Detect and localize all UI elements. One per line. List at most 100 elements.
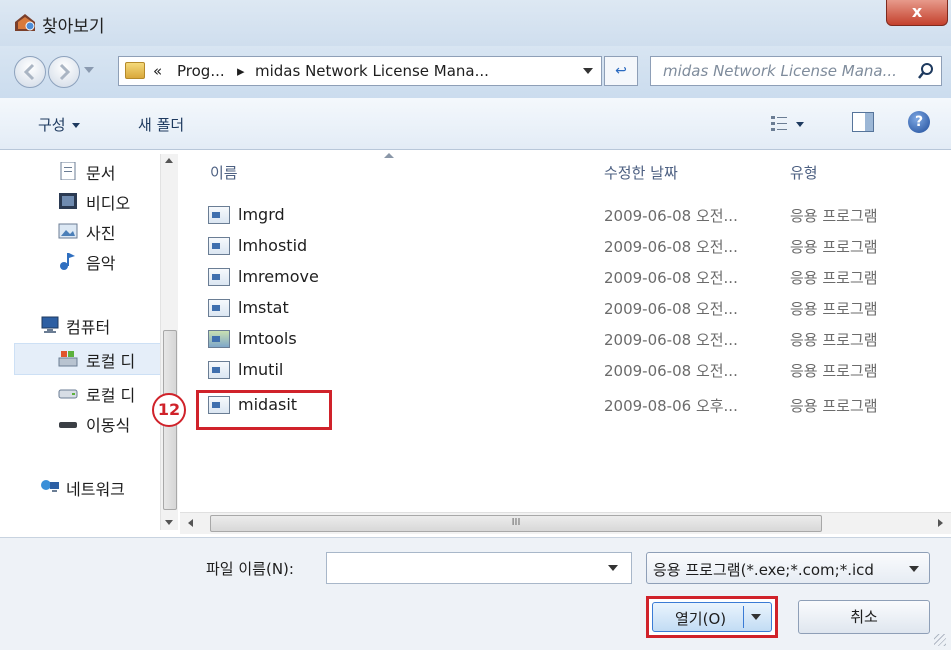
open-label: 열기(O) — [675, 610, 727, 628]
exe-icon — [208, 299, 230, 317]
sidebar-item-computer[interactable]: 컴퓨터 — [66, 314, 110, 338]
sidebar-item-local-disk-c[interactable]: 로컬 디 — [86, 348, 158, 372]
view-dropdown-icon[interactable] — [796, 122, 804, 127]
removable-drive-icon — [59, 422, 77, 428]
search-input[interactable]: midas Network License Mana... — [650, 56, 942, 86]
sort-ascending-icon — [384, 153, 394, 158]
open-options-dropdown-icon[interactable] — [751, 614, 761, 620]
tools-exe-icon — [208, 330, 230, 348]
close-button[interactable]: x — [886, 0, 948, 26]
address-bar[interactable]: « Prog... ▸ midas Network License Mana..… — [118, 56, 602, 86]
back-button[interactable] — [14, 56, 46, 88]
sidebar-item-videos[interactable]: 비디오 — [86, 190, 130, 214]
file-date: 2009-06-08 오전... — [604, 238, 738, 256]
split-divider — [743, 606, 744, 628]
file-type: 응용 프로그램 — [790, 397, 878, 415]
file-row[interactable]: lmstat 2009-06-08 오전... 응용 프로그램 — [208, 295, 928, 323]
window-title: 찾아보기 — [42, 17, 105, 37]
scrollbar-thumb[interactable]: III — [210, 515, 822, 532]
file-row[interactable]: lmgrd 2009-06-08 오전... 응용 프로그램 — [208, 202, 928, 230]
file-date: 2009-06-08 오전... — [604, 269, 738, 287]
local-disk-icon — [58, 351, 78, 367]
file-row[interactable]: lmutil 2009-06-08 오전... 응용 프로그램 — [208, 357, 928, 385]
forward-button[interactable] — [48, 56, 80, 88]
file-name: lmhostid — [238, 236, 308, 255]
breadcrumb-current-folder[interactable]: midas Network License Mana... — [255, 62, 489, 80]
filename-dropdown-icon[interactable] — [608, 565, 618, 571]
column-header-name[interactable]: 이름 — [210, 162, 238, 183]
command-toolbar: 구성 새 폴더 ? — [0, 98, 951, 150]
sidebar-item-pictures[interactable]: 사진 — [86, 220, 115, 244]
sidebar-item-local-disk-d[interactable]: 로컬 디 — [86, 382, 158, 406]
address-dropdown[interactable] — [583, 68, 593, 74]
step-badge: 12 — [152, 393, 186, 427]
video-icon — [59, 193, 77, 209]
chevron-down-icon — [909, 566, 919, 572]
file-type: 응용 프로그램 — [790, 238, 878, 256]
exe-icon — [208, 361, 230, 379]
document-icon — [60, 162, 76, 180]
filename-input[interactable] — [326, 552, 632, 584]
file-date: 2009-06-08 오전... — [604, 331, 738, 349]
cancel-button[interactable]: 취소 — [798, 600, 930, 634]
file-date: 2009-06-08 오전... — [604, 207, 738, 225]
picture-icon — [58, 223, 78, 239]
recent-pages-dropdown[interactable] — [84, 67, 94, 73]
preview-pane-icon[interactable] — [852, 112, 874, 132]
breadcrumb-separator[interactable]: ▸ — [237, 62, 245, 80]
breadcrumb-program-files[interactable]: Prog... — [177, 62, 225, 80]
sidebar-item-removable[interactable]: 이동식 — [86, 412, 158, 436]
network-icon — [41, 480, 59, 492]
folder-icon — [125, 62, 145, 79]
refresh-button[interactable]: ↩ — [604, 56, 638, 86]
file-type: 응용 프로그램 — [790, 331, 878, 349]
file-row[interactable]: lmtools 2009-06-08 오전... 응용 프로그램 — [208, 326, 928, 354]
navigation-scrollbar[interactable] — [160, 154, 178, 530]
file-type-filter[interactable]: 응용 프로그램(*.exe;*.com;*.icd — [646, 552, 930, 584]
file-type: 응용 프로그램 — [790, 269, 878, 287]
file-type: 응용 프로그램 — [790, 362, 878, 380]
music-icon — [60, 253, 75, 270]
exe-icon — [208, 206, 230, 224]
exe-icon — [208, 268, 230, 286]
scroll-right-icon[interactable] — [938, 519, 943, 527]
file-date: 2009-06-08 오전... — [604, 362, 738, 380]
navigation-pane: 문서 비디오 사진 음악 컴퓨터 로컬 디 로컬 디 이동식 네트워크 — [0, 150, 180, 537]
file-name: lmremove — [238, 267, 319, 286]
help-icon[interactable]: ? — [908, 111, 930, 133]
scroll-up-icon[interactable] — [165, 158, 173, 163]
organize-button[interactable]: 구성 — [38, 114, 80, 135]
navigation-bar: « Prog... ▸ midas Network License Mana..… — [0, 46, 951, 98]
view-options-icon[interactable] — [770, 114, 788, 132]
file-name: lmgrd — [238, 205, 285, 224]
breadcrumb-overflow[interactable]: « — [153, 62, 162, 80]
column-header-date[interactable]: 수정한 날짜 — [604, 162, 678, 183]
highlight-box — [196, 390, 332, 430]
file-name: lmutil — [238, 360, 284, 379]
exe-icon — [208, 237, 230, 255]
drive-icon — [58, 389, 78, 399]
file-date: 2009-06-08 오전... — [604, 300, 738, 318]
computer-icon — [41, 316, 59, 333]
scroll-down-icon[interactable] — [165, 520, 173, 525]
filter-value: 응용 프로그램(*.exe;*.com;*.icd — [653, 561, 874, 579]
column-header-type[interactable]: 유형 — [790, 162, 818, 183]
chevron-down-icon — [71, 123, 80, 128]
sidebar-item-network[interactable]: 네트워크 — [66, 476, 125, 500]
file-list: 이름 수정한 날짜 유형 lmgrd 2009-06-08 오전... 응용 프… — [180, 150, 951, 512]
scroll-left-icon[interactable] — [188, 519, 193, 527]
open-button[interactable]: 열기(O) — [652, 602, 772, 632]
file-row[interactable]: lmremove 2009-06-08 오전... 응용 프로그램 — [208, 264, 928, 292]
sidebar-item-documents[interactable]: 문서 — [86, 160, 115, 184]
file-row[interactable]: lmhostid 2009-06-08 오전... 응용 프로그램 — [208, 233, 928, 261]
search-placeholder: midas Network License Mana... — [663, 62, 897, 80]
file-date: 2009-08-06 오후... — [604, 397, 738, 415]
browse-app-icon — [15, 14, 35, 31]
resize-grip[interactable] — [934, 634, 946, 646]
horizontal-scrollbar[interactable]: III — [180, 512, 951, 534]
sidebar-item-music[interactable]: 음악 — [86, 250, 115, 274]
file-name: lmstat — [238, 298, 289, 317]
dialog-footer: 파일 이름(N): 응용 프로그램(*.exe;*.com;*.icd 열기(O… — [0, 537, 951, 650]
new-folder-button[interactable]: 새 폴더 — [138, 114, 184, 135]
search-icon[interactable] — [917, 62, 935, 80]
